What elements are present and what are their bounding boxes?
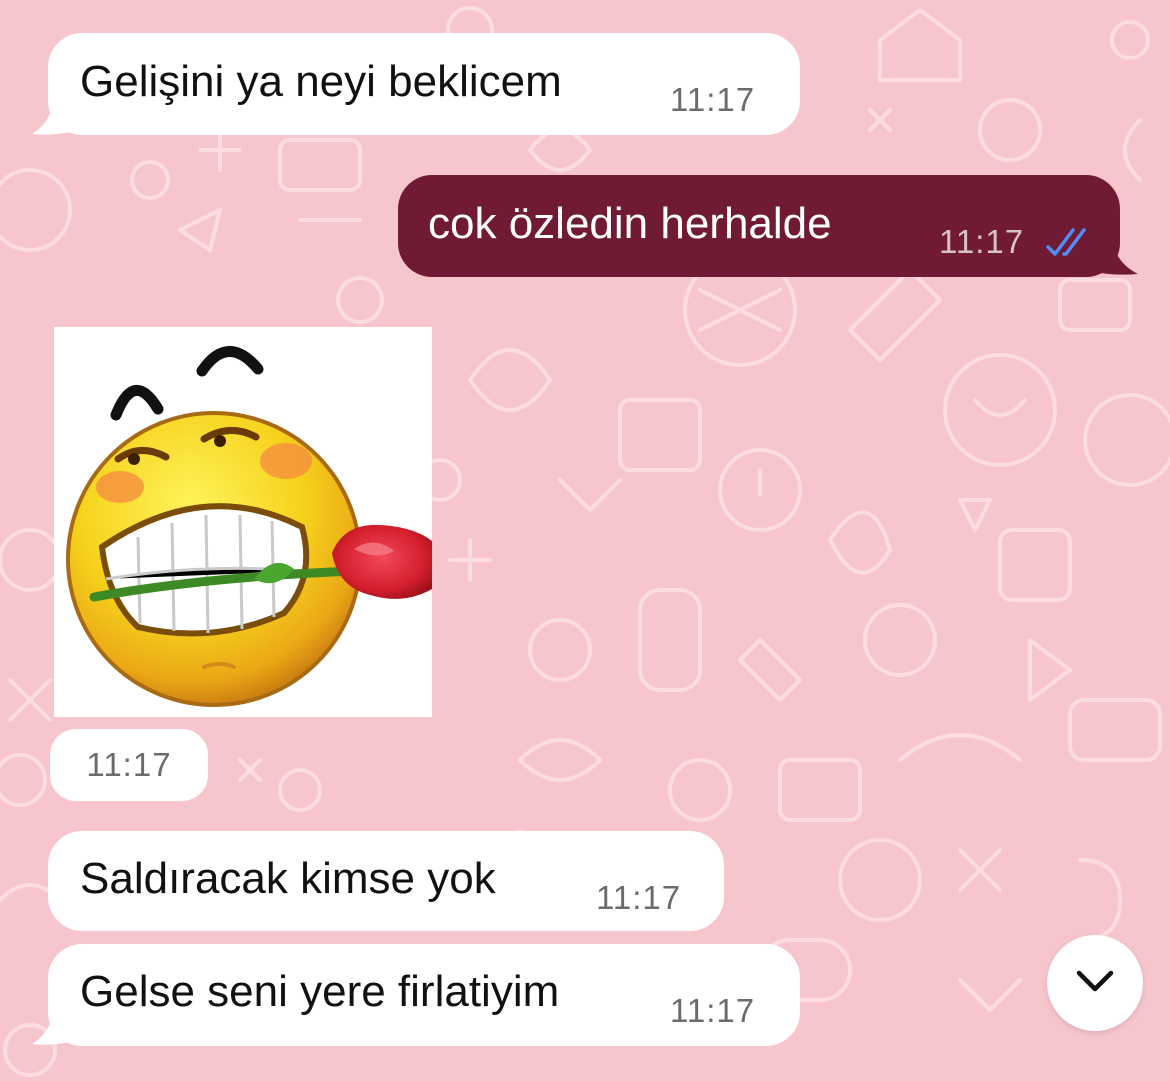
chevron-down-icon [1076, 970, 1114, 992]
incoming-message-bubble[interactable]: Gelişini ya neyi beklicem 11:17 [48, 33, 800, 135]
incoming-message-bubble[interactable]: Gelse seni yere firlatiyim 11:17 [48, 944, 800, 1046]
incoming-message-bubble[interactable]: Saldıracak kimse yok 11:17 [48, 831, 724, 931]
message-timestamp: 11:17 [86, 746, 172, 783]
message-text: Gelişini ya neyi beklicem [80, 57, 562, 106]
message-timestamp: 11:17 [596, 879, 682, 916]
sticker-timestamp-pill: 11:17 [50, 729, 208, 801]
message-text: Gelse seni yere firlatiyim [80, 967, 560, 1016]
message-text: cok özledin herhalde [428, 199, 832, 248]
chat-view[interactable]: Gelişini ya neyi beklicem 11:17 cok özle… [0, 0, 1170, 1081]
outgoing-message-bubble[interactable]: cok özledin herhalde 11:17 [398, 175, 1120, 277]
message-timestamp: 11:17 [939, 223, 1025, 260]
grinning-face-with-rose-sticker [66, 346, 432, 707]
message-timestamp: 11:17 [670, 992, 756, 1029]
read-double-check-icon [1046, 228, 1086, 256]
message-timestamp: 11:17 [670, 81, 756, 118]
scroll-to-bottom-button[interactable] [1047, 935, 1143, 1031]
sticker-message[interactable] [54, 327, 432, 717]
message-text: Saldıracak kimse yok [80, 854, 496, 903]
